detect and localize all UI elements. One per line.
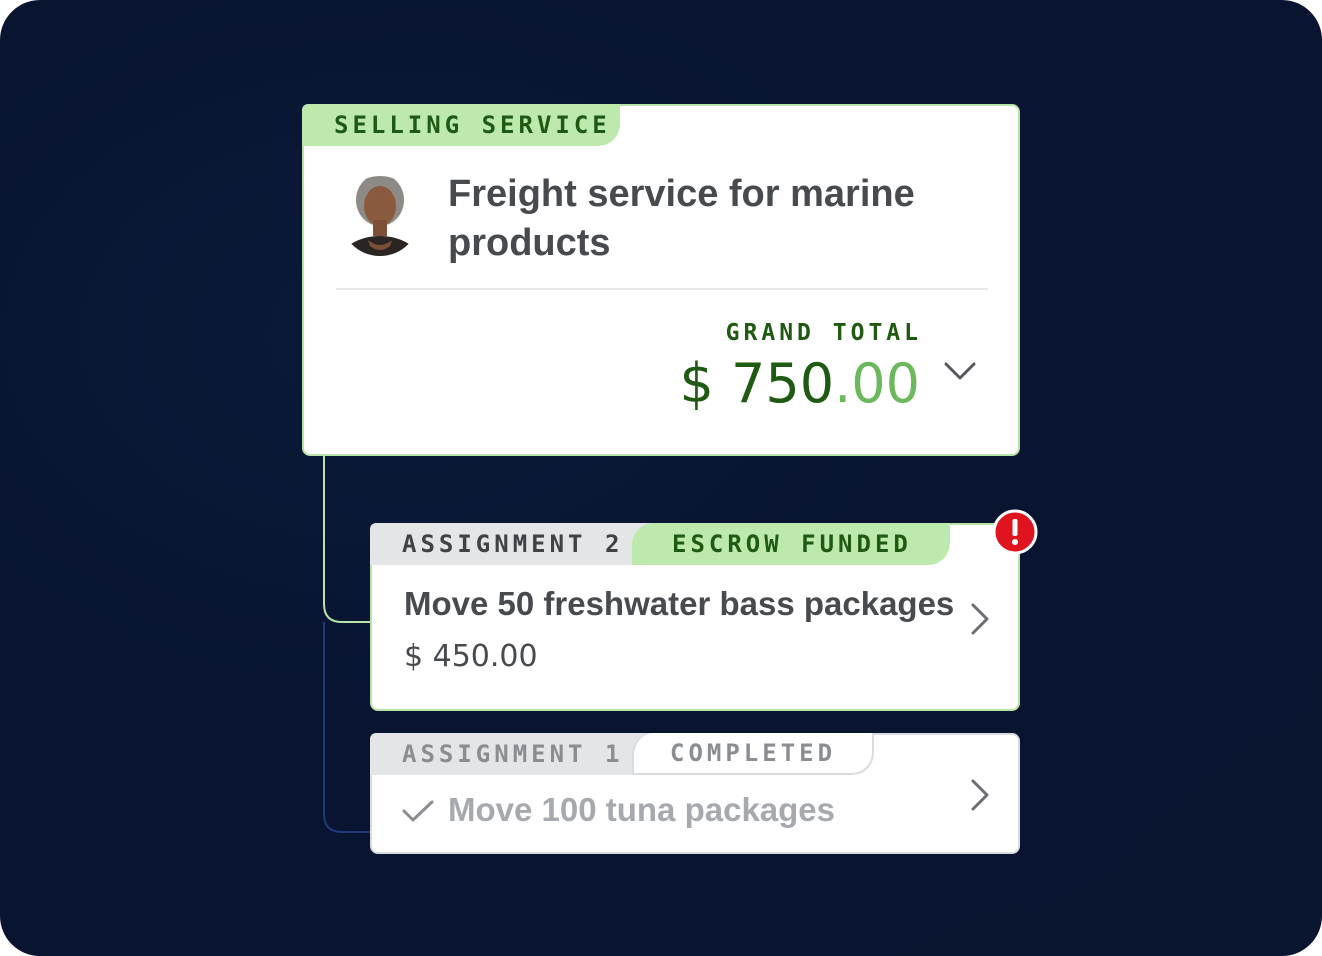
- grand-total-cents: .00: [834, 352, 920, 415]
- assignment-card-2[interactable]: ASSIGNMENT 2 ESCROW FUNDED Move 50 fresh…: [370, 509, 1038, 711]
- status-badge: ESCROW FUNDED: [632, 523, 950, 565]
- selling-service-card[interactable]: SELLING SERVICE Freight service for mari…: [302, 104, 1020, 456]
- chevron-right-icon[interactable]: [964, 599, 994, 639]
- assignment-label-tab: ASSIGNMENT 2: [370, 523, 670, 565]
- app-canvas: SELLING SERVICE Freight service for mari…: [0, 0, 1322, 956]
- assignment-amount: $ 450.00: [404, 639, 538, 674]
- grand-total-amount: $ 750.00: [680, 352, 921, 416]
- assignment-card-1[interactable]: ASSIGNMENT 1 COMPLETED Move 100 tuna pac…: [370, 733, 1020, 854]
- status-badge: COMPLETED: [632, 733, 874, 775]
- assignment-label-tab: ASSIGNMENT 1: [370, 733, 670, 775]
- selling-service-tab: SELLING SERVICE: [302, 104, 620, 146]
- grand-total-whole: 750: [731, 352, 835, 415]
- checkmark-icon: [402, 800, 434, 822]
- service-title: Freight service for marine products: [448, 173, 915, 264]
- assignment-title: Move 100 tuna packages: [448, 791, 836, 828]
- divider: [336, 288, 988, 290]
- exclamation-alert-icon[interactable]: [992, 509, 1038, 555]
- chevron-right-icon[interactable]: [964, 775, 994, 815]
- grand-total-label: GRAND TOTAL: [725, 320, 922, 346]
- grand-total-currency: $: [679, 352, 714, 415]
- avatar: [340, 176, 420, 256]
- chevron-down-icon[interactable]: [940, 356, 980, 386]
- assignment-title: Move 50 freshwater bass packages: [404, 585, 955, 622]
